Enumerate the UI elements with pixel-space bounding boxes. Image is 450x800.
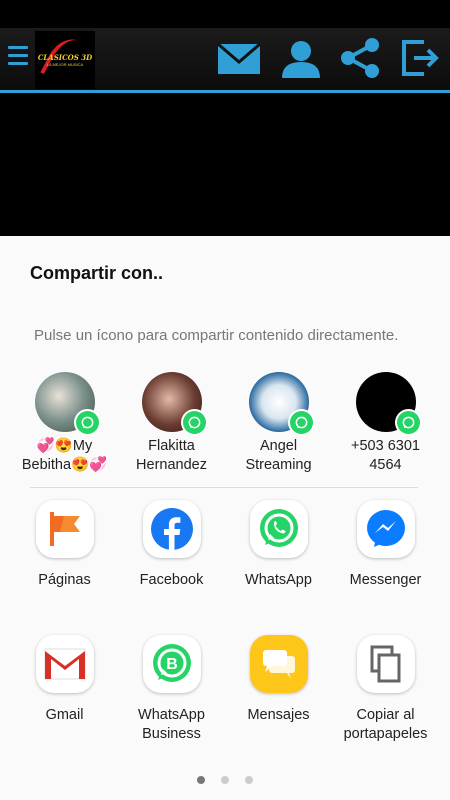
menu-icon[interactable] [8,46,28,70]
share-sheet-title: Compartir con.. [30,263,164,283]
share-app-facebook[interactable]: Facebook [118,500,225,590]
messenger-icon [356,500,415,558]
app-label-line2: Business [142,726,201,742]
app-label: Messenger [349,572,422,588]
share-app-gmail[interactable]: Gmail [11,635,118,725]
gmail-icon [35,635,94,693]
share-app-whatsapp[interactable]: WhatsApp [225,500,332,590]
app-bar: CLASICOS 3D LA MEJOR MUSICA [0,28,450,90]
whatsapp-business-icon: B [142,635,201,693]
target-label-line1: Angel [259,438,298,454]
svg-text:B: B [166,656,178,673]
pages-flag-icon [35,500,94,558]
page-dot[interactable] [197,776,205,784]
page-indicator [0,776,450,784]
share-app-pages[interactable]: Páginas [11,500,118,590]
whatsapp-icon [249,500,308,558]
exit-icon[interactable] [400,38,444,78]
share-sheet-hint: Pulse un ícono para compartir contenido … [34,327,399,344]
contact-avatar [248,372,315,436]
contact-avatar [141,372,208,436]
logo-subtitle: LA MEJOR MUSICA [46,62,84,67]
share-app-messenger[interactable]: Messenger [332,500,439,590]
app-label: WhatsApp [245,572,312,588]
divider [30,487,418,488]
target-label-line2: Hernandez [136,457,207,473]
mail-icon[interactable] [217,38,261,78]
target-label-line2: Streaming [245,457,312,473]
whatsapp-badge-icon [287,409,315,436]
target-label-line2: 4564 [369,457,402,473]
person-icon[interactable] [279,38,323,78]
contact-avatar [355,372,422,436]
app-label: Páginas [38,572,91,588]
player-area [0,93,450,236]
whatsapp-badge-icon [73,409,101,436]
app-logo[interactable]: CLASICOS 3D LA MEJOR MUSICA [35,31,95,89]
direct-share-target[interactable]: +503 6301 4564 [332,372,439,475]
share-app-messages[interactable]: Mensajes [225,635,332,725]
target-label-line1: Flakitta [148,438,195,454]
share-app-whatsapp-business[interactable]: B WhatsApp Business [118,635,225,744]
app-label: Facebook [139,572,204,588]
target-label-line2: Bebitha😍💞 [21,457,108,473]
direct-share-target[interactable]: Flakitta Hernandez [118,372,225,475]
facebook-icon [142,500,201,558]
target-label-line1: 💞😍My [36,438,93,454]
logo-title: CLASICOS 3D [37,53,93,62]
status-bar [0,0,450,28]
share-sheet: Compartir con.. Pulse un ícono para comp… [0,236,450,800]
messages-icon [249,635,308,693]
page-dot[interactable] [245,776,253,784]
whatsapp-badge-icon [394,409,422,436]
contact-avatar [34,372,101,436]
share-icon[interactable] [338,38,382,78]
share-app-copy-clipboard[interactable]: Copiar al portapapeles [332,635,439,744]
whatsapp-badge-icon [180,409,208,436]
app-label-line2: portapapeles [343,726,428,742]
direct-share-target[interactable]: Angel Streaming [225,372,332,475]
app-label-line1: Mensajes [247,707,310,723]
app-label-line1: WhatsApp [138,707,205,723]
app-label-line1: Gmail [45,707,84,723]
app-label-line1: Copiar al [356,707,415,723]
direct-share-target[interactable]: 💞😍My Bebitha😍💞 [11,372,118,475]
copy-icon [356,635,415,693]
page-dot[interactable] [221,776,229,784]
target-label-line1: +503 6301 [351,438,420,454]
